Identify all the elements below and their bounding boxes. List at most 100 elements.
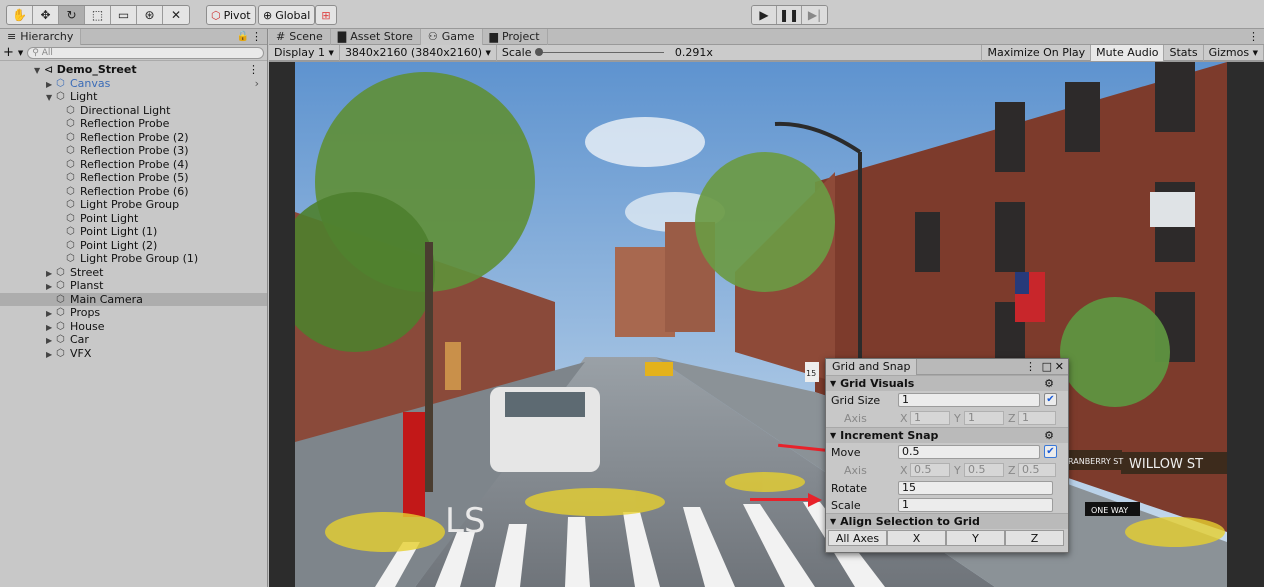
gear-icon[interactable]: ⚙: [1044, 377, 1054, 390]
hierarchy-item[interactable]: ⬡ Reflection Probe (4): [0, 158, 267, 172]
tab-hierarchy[interactable]: ≡ Hierarchy: [0, 28, 82, 45]
tab-project[interactable]: ▆ Project: [483, 28, 548, 45]
grid-size-checkbox[interactable]: ✔: [1044, 393, 1057, 406]
add-button[interactable]: +: [3, 45, 14, 60]
chevron-right-icon[interactable]: ›: [255, 77, 259, 91]
hierarchy-item[interactable]: ⬡ Point Light (2): [0, 239, 267, 253]
hierarchy-item[interactable]: ⬡ Reflection Probe (5): [0, 171, 267, 185]
expand-arrow-icon[interactable]: ▶: [46, 267, 56, 281]
pause-icon[interactable]: ❚❚: [777, 6, 802, 24]
grid-axis-z-field[interactable]: 1: [1018, 411, 1056, 425]
grid-snap-tab[interactable]: Grid and Snap: [826, 358, 918, 375]
close-icon[interactable]: ✕: [1055, 360, 1064, 373]
scale-icon[interactable]: ⬚: [85, 6, 111, 24]
tab-game[interactable]: ⚇ Game: [420, 28, 483, 45]
pivot-toggle[interactable]: ⬡ Pivot: [206, 5, 256, 25]
grid-visuals-header[interactable]: ▼ Grid Visuals ⚙: [826, 375, 1068, 391]
kebab-menu-icon[interactable]: ⋮: [1248, 30, 1259, 43]
tab-asset-store[interactable]: ▇ Asset Store: [331, 28, 421, 45]
global-toggle[interactable]: ⊕ Global: [258, 5, 316, 25]
expand-arrow-icon[interactable]: ▶: [46, 348, 56, 362]
grid-size-field[interactable]: 1: [898, 393, 1040, 407]
hierarchy-item[interactable]: ⬡ Reflection Probe (6): [0, 185, 267, 199]
lock-icon[interactable]: 🔒: [237, 31, 249, 42]
display-dropdown[interactable]: Display 1 ▼: [269, 44, 340, 61]
scale-slider[interactable]: [534, 47, 664, 56]
move-icon[interactable]: ✥: [33, 6, 59, 24]
hierarchy-item[interactable]: ⬡ Light Probe Group (1): [0, 252, 267, 266]
hierarchy-item[interactable]: ⬡ Reflection Probe (3): [0, 144, 267, 158]
hierarchy-item[interactable]: ⬡ Light Probe Group: [0, 198, 267, 212]
resolution-dropdown[interactable]: 3840x2160 (3840x2160) ▼: [340, 44, 497, 61]
hierarchy-item[interactable]: ⬡ Reflection Probe (2): [0, 131, 267, 145]
snap-grid-icon[interactable]: ⊞: [315, 5, 337, 25]
move-axis-x-field[interactable]: 0.5: [910, 463, 950, 477]
move-checkbox[interactable]: ✔: [1044, 445, 1057, 458]
increment-snap-header[interactable]: ▼ Increment Snap ⚙: [826, 427, 1068, 443]
collapse-arrow-icon[interactable]: ▼: [34, 64, 44, 78]
kebab-menu-icon[interactable]: ⋮: [248, 63, 259, 77]
hierarchy-item[interactable]: ⬡ Main Camera: [0, 292, 267, 306]
maximize-icon[interactable]: □: [1042, 360, 1052, 373]
hierarchy-item[interactable]: ▶ ⬡ Car: [0, 333, 267, 347]
store-icon: ▇: [337, 30, 347, 43]
hierarchy-item[interactable]: ▶ ⬡ VFX: [0, 347, 267, 361]
slider-handle[interactable]: [534, 47, 543, 56]
scene-row[interactable]: ▼ ⊲ Demo_Street ⋮: [0, 63, 267, 77]
align-x-button[interactable]: X: [887, 530, 946, 546]
grid-axis-x-field[interactable]: 1: [910, 411, 950, 425]
hierarchy-item[interactable]: ▶ ⬡ Street: [0, 266, 267, 280]
stats-toggle[interactable]: Stats: [1164, 44, 1204, 61]
grid-axis-y-field[interactable]: 1: [964, 411, 1004, 425]
collapse-arrow-icon[interactable]: ▼: [46, 91, 56, 105]
step-icon[interactable]: ▶|: [802, 6, 827, 24]
scale-field[interactable]: 1: [898, 498, 1053, 512]
hand-icon[interactable]: ✋: [7, 6, 33, 24]
rect-icon[interactable]: ▭: [111, 6, 137, 24]
dropdown-icon[interactable]: ▼: [18, 49, 23, 57]
collapse-arrow-icon: ▼: [830, 517, 837, 526]
hierarchy-item[interactable]: ⬡ Reflection Probe: [0, 117, 267, 131]
hierarchy-item-label: Point Light: [80, 211, 139, 225]
mute-audio-toggle[interactable]: Mute Audio: [1091, 44, 1165, 61]
custom-tool-icon[interactable]: ✕: [163, 6, 189, 24]
expand-arrow-icon[interactable]: ▶: [46, 78, 56, 92]
hierarchy-item[interactable]: ⬡ Directional Light: [0, 104, 267, 118]
expand-arrow-icon[interactable]: ▶: [46, 307, 56, 321]
hierarchy-item[interactable]: ▼ ⬡ Light: [0, 90, 267, 104]
hierarchy-item-label: Props: [70, 306, 101, 319]
hierarchy-item[interactable]: ▶ ⬡ Props: [0, 306, 267, 320]
align-z-button[interactable]: Z: [1005, 530, 1064, 546]
hierarchy-item[interactable]: ▶ ⬡ House: [0, 320, 267, 334]
gizmos-dropdown[interactable]: Gizmos ▼: [1204, 44, 1264, 61]
expand-arrow-icon[interactable]: ▶: [46, 321, 56, 335]
game-toolbar: Display 1 ▼ 3840x2160 (3840x2160) ▼ Scal…: [269, 44, 1264, 61]
grid-axis-row: Axis X1 Y1 Z1: [826, 409, 1068, 427]
tab-scene[interactable]: # Scene: [269, 28, 331, 45]
align-y-button[interactable]: Y: [946, 530, 1005, 546]
move-axis-y-field[interactable]: 0.5: [964, 463, 1004, 477]
expand-arrow-icon[interactable]: ▶: [46, 334, 56, 348]
transform-icon[interactable]: ⊛: [137, 6, 163, 24]
hierarchy-item[interactable]: ⬡ Point Light (1): [0, 225, 267, 239]
hierarchy-item[interactable]: ▶ ⬡ Canvas ›: [0, 77, 267, 91]
hierarchy-item[interactable]: ⬡ Point Light: [0, 212, 267, 226]
play-icon[interactable]: ▶: [752, 6, 777, 24]
expand-arrow-icon[interactable]: ▶: [46, 280, 56, 294]
gear-icon[interactable]: ⚙: [1044, 429, 1054, 442]
maximize-on-play-toggle[interactable]: Maximize On Play: [981, 44, 1092, 61]
align-all-axes-button[interactable]: All Axes: [828, 530, 887, 546]
kebab-menu-icon[interactable]: ⋮: [251, 30, 262, 43]
kebab-menu-icon[interactable]: ⋮: [1025, 360, 1036, 373]
grid-snap-titlebar[interactable]: Grid and Snap ⋮ □ ✕: [826, 358, 1068, 375]
hierarchy-search-input[interactable]: ⚲ All: [27, 46, 264, 59]
move-field[interactable]: 0.5: [898, 445, 1040, 459]
move-axis-z-field[interactable]: 0.5: [1018, 463, 1056, 477]
align-selection-header[interactable]: ▼ Align Selection to Grid: [826, 513, 1068, 529]
rotate-field[interactable]: 15: [898, 481, 1053, 495]
rotate-icon[interactable]: ↻: [59, 6, 85, 24]
game-render-image[interactable]: LS WILLOW ST RANBERRY ST ONE WAY 15: [295, 62, 1227, 587]
hierarchy-item[interactable]: ▶ ⬡ Planst: [0, 279, 267, 293]
hierarchy-item-label: Reflection Probe (6): [80, 184, 189, 198]
game-view-panel: # Scene ▇ Asset Store ⚇ Game ▆ Project ⋮ Dis…: [269, 28, 1264, 587]
